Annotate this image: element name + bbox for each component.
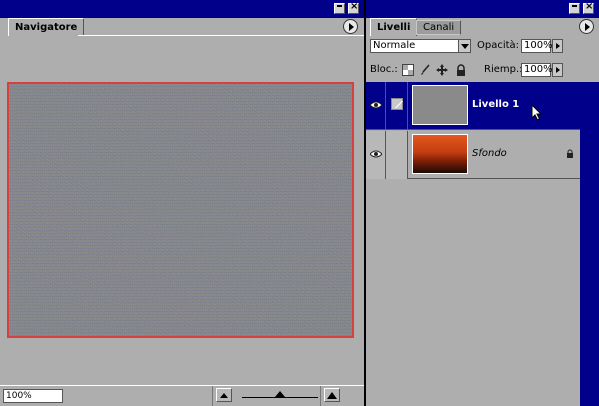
zoom-input[interactable]: 100% xyxy=(3,389,63,403)
lock-move-icon[interactable] xyxy=(436,64,448,76)
opacity-input[interactable]: 100% xyxy=(521,39,553,53)
tab-livelli[interactable]: Livelli xyxy=(370,18,418,36)
lock-all-icon[interactable] xyxy=(455,64,467,76)
lock-transparency-icon[interactable] xyxy=(402,64,414,76)
tab-canali[interactable]: Canali xyxy=(416,20,462,35)
layers-tabstrip: Livelli Canali xyxy=(366,18,599,36)
panel-menu-icon[interactable] xyxy=(343,19,358,34)
minimize-icon[interactable] xyxy=(569,3,580,14)
divider xyxy=(212,386,213,406)
divider xyxy=(320,386,321,406)
navigator-panel: Navigatore 100% xyxy=(0,0,364,406)
tab-navigator[interactable]: Navigatore xyxy=(8,18,85,36)
navigator-titlebar[interactable] xyxy=(0,0,364,18)
lock-paint-icon[interactable] xyxy=(419,64,431,76)
layer-name[interactable]: Sfondo xyxy=(472,148,507,159)
minimize-icon[interactable] xyxy=(334,3,345,14)
link-toggle[interactable] xyxy=(386,82,408,130)
visibility-toggle[interactable] xyxy=(366,131,386,179)
layer-list: Livello 1 Sfondo xyxy=(366,82,580,406)
layer-row-livello-1[interactable]: Livello 1 xyxy=(366,82,580,130)
zoom-slider[interactable] xyxy=(242,391,318,398)
navigator-preview[interactable] xyxy=(7,82,354,338)
zoom-slider-thumb[interactable] xyxy=(275,391,285,397)
opacity-label: Opacità: xyxy=(477,40,520,51)
layer-list-scrollbar[interactable] xyxy=(580,82,599,406)
close-icon[interactable] xyxy=(583,1,594,14)
layer-thumbnail xyxy=(412,85,468,125)
lock-row: Bloc.: Riemp.: 100% xyxy=(366,62,599,80)
navigator-footer: 100% xyxy=(0,385,364,406)
panel-menu-icon[interactable] xyxy=(579,19,594,34)
layer-row-sfondo[interactable]: Sfondo xyxy=(366,131,580,179)
navigator-thumbnail xyxy=(9,84,352,336)
layer-thumbnail xyxy=(412,134,468,174)
lock-icon xyxy=(567,149,573,158)
brush-icon xyxy=(391,98,403,110)
mouse-cursor-icon xyxy=(531,104,543,121)
fill-input[interactable]: 100% xyxy=(521,63,553,77)
zoom-in-icon[interactable] xyxy=(324,388,340,402)
visibility-toggle[interactable] xyxy=(366,82,386,130)
navigator-tabstrip: Navigatore xyxy=(0,18,364,36)
eye-icon xyxy=(370,150,382,158)
blend-row: Normale Opacità: 100% xyxy=(366,38,599,56)
chevron-down-icon[interactable] xyxy=(458,40,470,52)
layer-name[interactable]: Livello 1 xyxy=(472,99,519,110)
fill-label: Riemp.: xyxy=(484,64,523,75)
opacity-slider-button[interactable] xyxy=(552,39,563,53)
tab-divider xyxy=(78,35,364,36)
eye-icon xyxy=(370,101,382,109)
blend-mode-value: Normale xyxy=(373,40,416,51)
fill-slider-button[interactable] xyxy=(552,63,563,77)
lock-label: Bloc.: xyxy=(370,64,398,75)
layers-panel: Livelli Canali Normale Opacità: 100% Blo… xyxy=(366,0,599,406)
link-toggle[interactable] xyxy=(386,131,408,179)
blend-mode-select[interactable]: Normale xyxy=(370,39,471,53)
layers-titlebar[interactable] xyxy=(366,0,599,18)
zoom-out-icon[interactable] xyxy=(216,388,232,402)
close-icon[interactable] xyxy=(348,1,359,14)
